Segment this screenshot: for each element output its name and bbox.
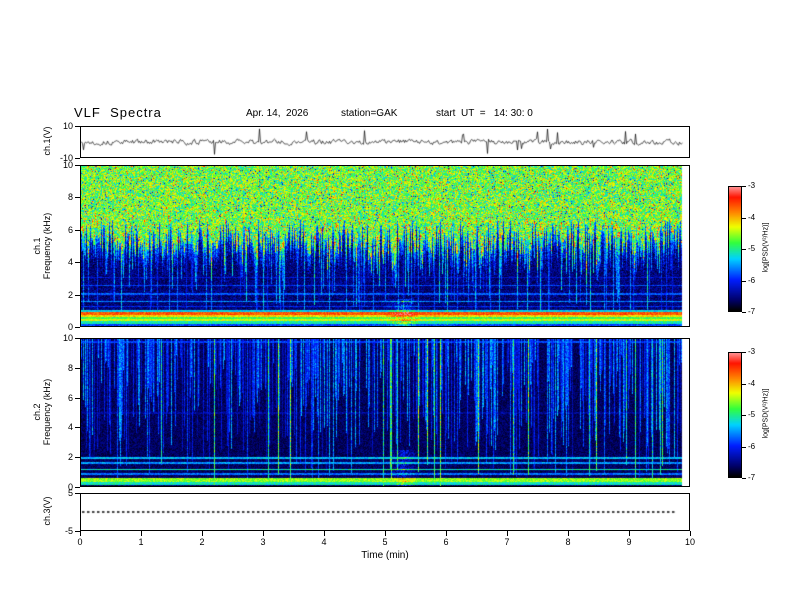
colorbar2-tick-label--3: -3 <box>748 347 756 356</box>
ch1-axis-frequency-label: Frequency (kHz) <box>42 212 52 280</box>
colorbar2-tick-mark--5 <box>742 415 746 416</box>
x-tick-label-7: 7 <box>504 537 510 547</box>
ch1-waveform-canvas <box>81 127 689 157</box>
y-tick-mark-ch2-spectrogram-2 <box>75 457 80 458</box>
x-tick-mark-7 <box>507 531 508 536</box>
x-tick-mark-1 <box>141 531 142 536</box>
y-tick-label-ch2-spectrogram-8: 8 <box>67 363 73 373</box>
x-tick-mark-3 <box>263 531 264 536</box>
colorbar1-tick-label--7: -7 <box>748 307 756 316</box>
x-tick-mark-9 <box>629 531 630 536</box>
x-tick-label-4: 4 <box>321 537 327 547</box>
ch1-voltage-axis-label: ch.1(V) <box>42 126 52 156</box>
colorbar1-tick-mark--6 <box>742 281 746 282</box>
figure-title: VLF Spectra <box>74 105 162 120</box>
colorbar1-tick-mark--3 <box>742 186 746 187</box>
x-tick-label-9: 9 <box>626 537 632 547</box>
y-tick-label-ch1-spectrogram-8: 8 <box>67 192 73 202</box>
x-tick-label-2: 2 <box>199 537 205 547</box>
y-tick-mark-ch2-spectrogram-8 <box>75 368 80 369</box>
ch3-voltage-axis-label: ch.3(V) <box>42 496 52 526</box>
colorbar2-tick-mark--7 <box>742 478 746 479</box>
header-start-ut: start UT = 14: 30: 0 <box>436 108 533 119</box>
colorbar1-tick-label--3: -3 <box>748 181 756 190</box>
y-tick-label-ch3-trace-5: 5 <box>67 488 73 498</box>
y-tick-label-ch1-spectrogram-2: 2 <box>67 290 73 300</box>
y-tick-label-ch2-spectrogram-4: 4 <box>67 422 73 432</box>
y-tick-label-ch2-spectrogram-2: 2 <box>67 452 73 462</box>
colorbar2-tick-label--7: -7 <box>748 473 756 482</box>
colorbar2-tick-mark--3 <box>742 352 746 353</box>
y-tick-mark-ch1-waveform--10 <box>75 158 80 159</box>
y-tick-label-ch2-spectrogram-10: 10 <box>62 333 73 343</box>
y-tick-label-ch1-spectrogram-0: 0 <box>67 322 73 332</box>
y-tick-label-ch1-spectrogram-4: 4 <box>67 257 73 267</box>
y-tick-mark-ch2-spectrogram-10 <box>75 338 80 339</box>
ch1-frequency-axis-label: ch.1 Frequency (kHz) <box>32 186 52 306</box>
colorbar2-tick-mark--6 <box>742 447 746 448</box>
y-tick-mark-ch1-spectrogram-0 <box>75 327 80 328</box>
ch1-axis-channel-label: ch.1 <box>32 237 42 255</box>
y-tick-mark-ch3-trace-5 <box>75 493 80 494</box>
y-tick-label-ch2-spectrogram-6: 6 <box>67 393 73 403</box>
x-tick-mark-0 <box>80 531 81 536</box>
x-tick-label-5: 5 <box>382 537 388 547</box>
colorbar2-tick-label--5: -5 <box>748 410 756 419</box>
y-tick-mark-ch2-spectrogram-4 <box>75 427 80 428</box>
y-tick-mark-ch2-spectrogram-6 <box>75 398 80 399</box>
x-tick-label-8: 8 <box>565 537 571 547</box>
y-tick-mark-ch1-spectrogram-2 <box>75 295 80 296</box>
y-tick-mark-ch1-spectrogram-8 <box>75 197 80 198</box>
x-tick-mark-4 <box>324 531 325 536</box>
colorbar1-tick-label--6: -6 <box>748 276 756 285</box>
ch2-colorbar <box>728 352 742 478</box>
ch2-axis-channel-label: ch.2 <box>32 403 42 421</box>
y-tick-label-ch3-trace--5: -5 <box>64 526 73 536</box>
x-tick-label-0: 0 <box>77 537 83 547</box>
ch1-waveform-panel <box>80 126 690 158</box>
y-tick-label-ch1-spectrogram-6: 6 <box>67 225 73 235</box>
x-tick-label-1: 1 <box>138 537 144 547</box>
ch1-spectrogram-canvas <box>81 166 689 326</box>
x-tick-mark-10 <box>690 531 691 536</box>
colorbar1-tick-label--5: -5 <box>748 244 756 253</box>
y-tick-mark-ch1-spectrogram-4 <box>75 262 80 263</box>
colorbar2-tick-label--6: -6 <box>748 442 756 451</box>
colorbar2-tick-mark--4 <box>742 384 746 385</box>
x-tick-mark-2 <box>202 531 203 536</box>
colorbar2-tick-label--4: -4 <box>748 379 756 388</box>
y-tick-mark-ch1-waveform-10 <box>75 126 80 127</box>
header-date: Apr. 14, 2026 <box>246 108 309 119</box>
ch3-trace-panel <box>80 493 690 531</box>
ch2-colorbar-label: log[PSD(V²/Hz)] <box>762 388 770 439</box>
ch1-colorbar-label: log[PSD(V²/Hz)] <box>762 222 770 273</box>
y-tick-mark-ch1-spectrogram-6 <box>75 230 80 231</box>
ch2-colorbar-canvas <box>729 353 741 477</box>
ch1-colorbar-canvas <box>729 187 741 311</box>
colorbar1-tick-mark--7 <box>742 312 746 313</box>
ch2-spectrogram-panel <box>80 338 690 487</box>
y-tick-mark-ch2-spectrogram-0 <box>75 487 80 488</box>
ch1-spectrogram-panel <box>80 165 690 327</box>
colorbar1-tick-label--4: -4 <box>748 213 756 222</box>
y-tick-label-ch1-spectrogram-10: 10 <box>62 160 73 170</box>
x-tick-mark-6 <box>446 531 447 536</box>
time-axis-label: Time (min) <box>361 550 409 561</box>
y-tick-label-ch1-waveform-10: 10 <box>62 121 73 131</box>
colorbar1-tick-mark--4 <box>742 218 746 219</box>
ch1-colorbar <box>728 186 742 312</box>
x-tick-label-3: 3 <box>260 537 266 547</box>
y-tick-mark-ch1-spectrogram-10 <box>75 165 80 166</box>
x-tick-label-10: 10 <box>684 537 695 547</box>
vlf-spectra-figure: VLF Spectra Apr. 14, 2026 station=GAK st… <box>0 0 792 612</box>
ch2-spectrogram-canvas <box>81 339 689 486</box>
ch3-trace-canvas <box>81 494 689 530</box>
x-tick-mark-8 <box>568 531 569 536</box>
header-station: station=GAK <box>341 108 398 119</box>
x-tick-label-6: 6 <box>443 537 449 547</box>
x-tick-mark-5 <box>385 531 386 536</box>
colorbar1-tick-mark--5 <box>742 249 746 250</box>
